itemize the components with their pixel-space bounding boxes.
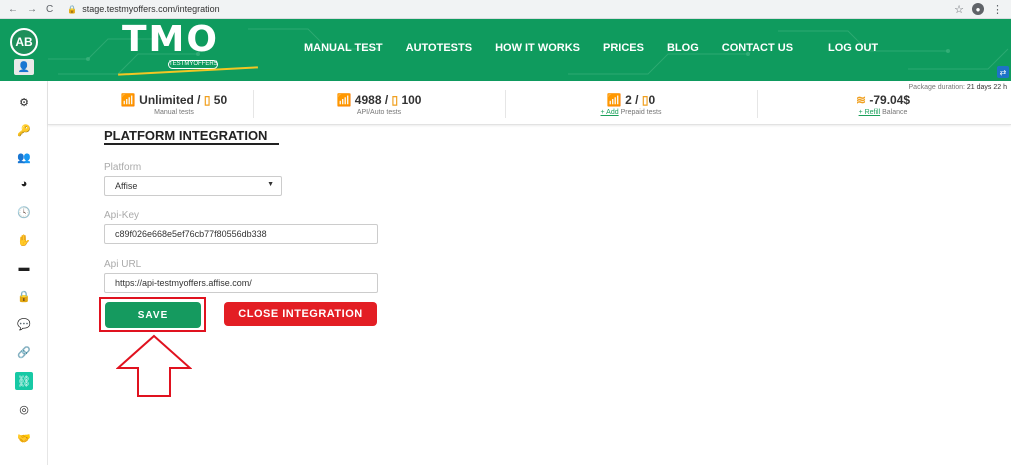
teamviewer-icon[interactable]: ⇄ bbox=[997, 66, 1009, 78]
lock-icon[interactable]: 🔒 bbox=[15, 287, 33, 305]
save-button[interactable]: SAVE bbox=[105, 302, 201, 328]
wifi-icon: 📶 bbox=[336, 93, 352, 107]
nav-autotests[interactable]: AUTOTESTS bbox=[406, 42, 472, 54]
api-url-value: https://api-testmyoffers.affise.com/ bbox=[115, 278, 252, 288]
browser-actions: ☆ ● ⋮ bbox=[954, 3, 1003, 16]
api-main: 4988 / bbox=[354, 93, 392, 107]
api-count: 100 bbox=[401, 93, 422, 107]
platform-select[interactable]: Affise ▼ bbox=[104, 176, 282, 196]
prepaid-main: 2 / bbox=[625, 93, 642, 107]
logo-text: TMO bbox=[122, 19, 219, 60]
lock-icon: 🔒 bbox=[67, 4, 78, 14]
gears-icon[interactable]: ⚙ bbox=[15, 93, 33, 111]
hand-coin-icon[interactable]: ✋ bbox=[15, 231, 33, 249]
balance-label: Balance bbox=[882, 109, 908, 116]
api-key-field[interactable]: c89f026e668e5ef76cb77f80556db338 bbox=[104, 224, 378, 244]
wifi-icon: 📶 bbox=[120, 93, 136, 107]
title-underline bbox=[104, 143, 279, 145]
package-duration: Package duration: 21 days 22 h bbox=[909, 84, 1007, 91]
annotation-arrow-icon bbox=[116, 334, 192, 397]
main-nav: MANUAL TEST AUTOTESTS HOW IT WORKS PRICE… bbox=[304, 42, 816, 54]
api-key-label: Api-Key bbox=[104, 210, 140, 221]
globe-icon[interactable]: ◎ bbox=[15, 400, 33, 418]
manual-main: Unlimited / bbox=[139, 93, 204, 107]
wifi-icon: 📶 bbox=[606, 93, 622, 107]
refill-link[interactable]: + Refill bbox=[859, 109, 881, 116]
balance-value: -79.04$ bbox=[869, 93, 911, 107]
forward-icon[interactable]: → bbox=[27, 4, 37, 15]
star-icon[interactable]: ☆ bbox=[954, 3, 964, 16]
integration-icon[interactable]: ⛓ bbox=[15, 372, 33, 390]
users-icon[interactable]: 👥 bbox=[15, 148, 33, 166]
credit-card-icon[interactable]: ▬ bbox=[15, 259, 33, 277]
handshake-icon[interactable]: 🤝 bbox=[15, 429, 33, 447]
link-icon[interactable]: 🔗 bbox=[15, 343, 33, 361]
phone-icon: ▯ bbox=[391, 93, 399, 107]
avatar[interactable]: AB bbox=[10, 28, 38, 56]
prepaid-count: 0 bbox=[648, 93, 656, 107]
address-bar[interactable]: 🔒 stage.testmyoffers.com/integration bbox=[67, 4, 219, 14]
close-integration-button[interactable]: CLOSE INTEGRATION bbox=[224, 302, 377, 326]
nav-manual-test[interactable]: MANUAL TEST bbox=[304, 42, 383, 54]
api-label: API/Auto tests bbox=[356, 109, 402, 116]
profile-icon[interactable]: ● bbox=[972, 3, 984, 15]
package-label: Package duration: bbox=[908, 84, 965, 91]
api-url-label: Api URL bbox=[104, 259, 142, 270]
comments-icon[interactable]: 💬 bbox=[15, 315, 33, 333]
coins-icon: ≋ bbox=[855, 93, 866, 107]
browser-nav: ← → C bbox=[8, 4, 53, 15]
url-text[interactable]: stage.testmyoffers.com/integration bbox=[82, 4, 219, 14]
logo-subtitle: TESTMYOFFERS bbox=[168, 60, 218, 69]
nav-contact-us[interactable]: CONTACT US bbox=[722, 42, 793, 54]
user-profile-icon[interactable]: 👤 bbox=[14, 59, 34, 75]
left-sidebar: AB 👤 ⚙ 🔑 👥 ◕ 🕓 ✋ ▬ 🔒 💬 🔗 ⛓ ◎ 🤝 bbox=[0, 19, 48, 465]
key-icon[interactable]: 🔑 bbox=[15, 121, 33, 139]
manual-count: 50 bbox=[213, 93, 228, 107]
clock-icon[interactable]: 🕓 bbox=[15, 203, 33, 221]
api-url-field[interactable]: https://api-testmyoffers.affise.com/ bbox=[104, 273, 378, 293]
reload-icon[interactable]: C bbox=[46, 4, 53, 15]
browser-toolbar: ← → C 🔒 stage.testmyoffers.com/integrati… bbox=[0, 0, 1011, 19]
logout-link[interactable]: LOG OUT bbox=[828, 42, 878, 54]
nav-blog[interactable]: BLOG bbox=[667, 42, 699, 54]
platform-label: Platform bbox=[104, 162, 142, 173]
nav-prices[interactable]: PRICES bbox=[603, 42, 644, 54]
add-prepaid-link[interactable]: + Add bbox=[601, 109, 619, 116]
prepaid-label: Prepaid tests bbox=[620, 109, 662, 116]
stat-prepaid-tests: 📶 2 / ▯0 + Add Prepaid tests bbox=[505, 81, 757, 125]
page-title: PLATFORM INTEGRATION bbox=[104, 128, 268, 143]
logo[interactable]: TMO TESTMYOFFERS bbox=[118, 19, 258, 76]
api-key-value: c89f026e668e5ef76cb77f80556db338 bbox=[115, 229, 267, 239]
back-icon[interactable]: ← bbox=[8, 4, 18, 15]
nav-how-it-works[interactable]: HOW IT WORKS bbox=[495, 42, 580, 54]
site-header: TMO TESTMYOFFERS MANUAL TEST AUTOTESTS H… bbox=[48, 19, 1011, 81]
package-value: 21 days 22 h bbox=[966, 84, 1007, 91]
stats-bar: 📶 Unlimited / ▯ 50 Manual tests 📶 4988 /… bbox=[48, 81, 1011, 125]
pie-chart-icon[interactable]: ◕ bbox=[15, 175, 33, 193]
platform-value: Affise bbox=[115, 181, 138, 191]
caret-down-icon: ▼ bbox=[267, 181, 274, 188]
menu-icon[interactable]: ⋮ bbox=[992, 3, 1003, 16]
stat-api-tests: 📶 4988 / ▯ 100 API/Auto tests bbox=[253, 81, 505, 125]
phone-icon: ▯ bbox=[203, 93, 211, 107]
